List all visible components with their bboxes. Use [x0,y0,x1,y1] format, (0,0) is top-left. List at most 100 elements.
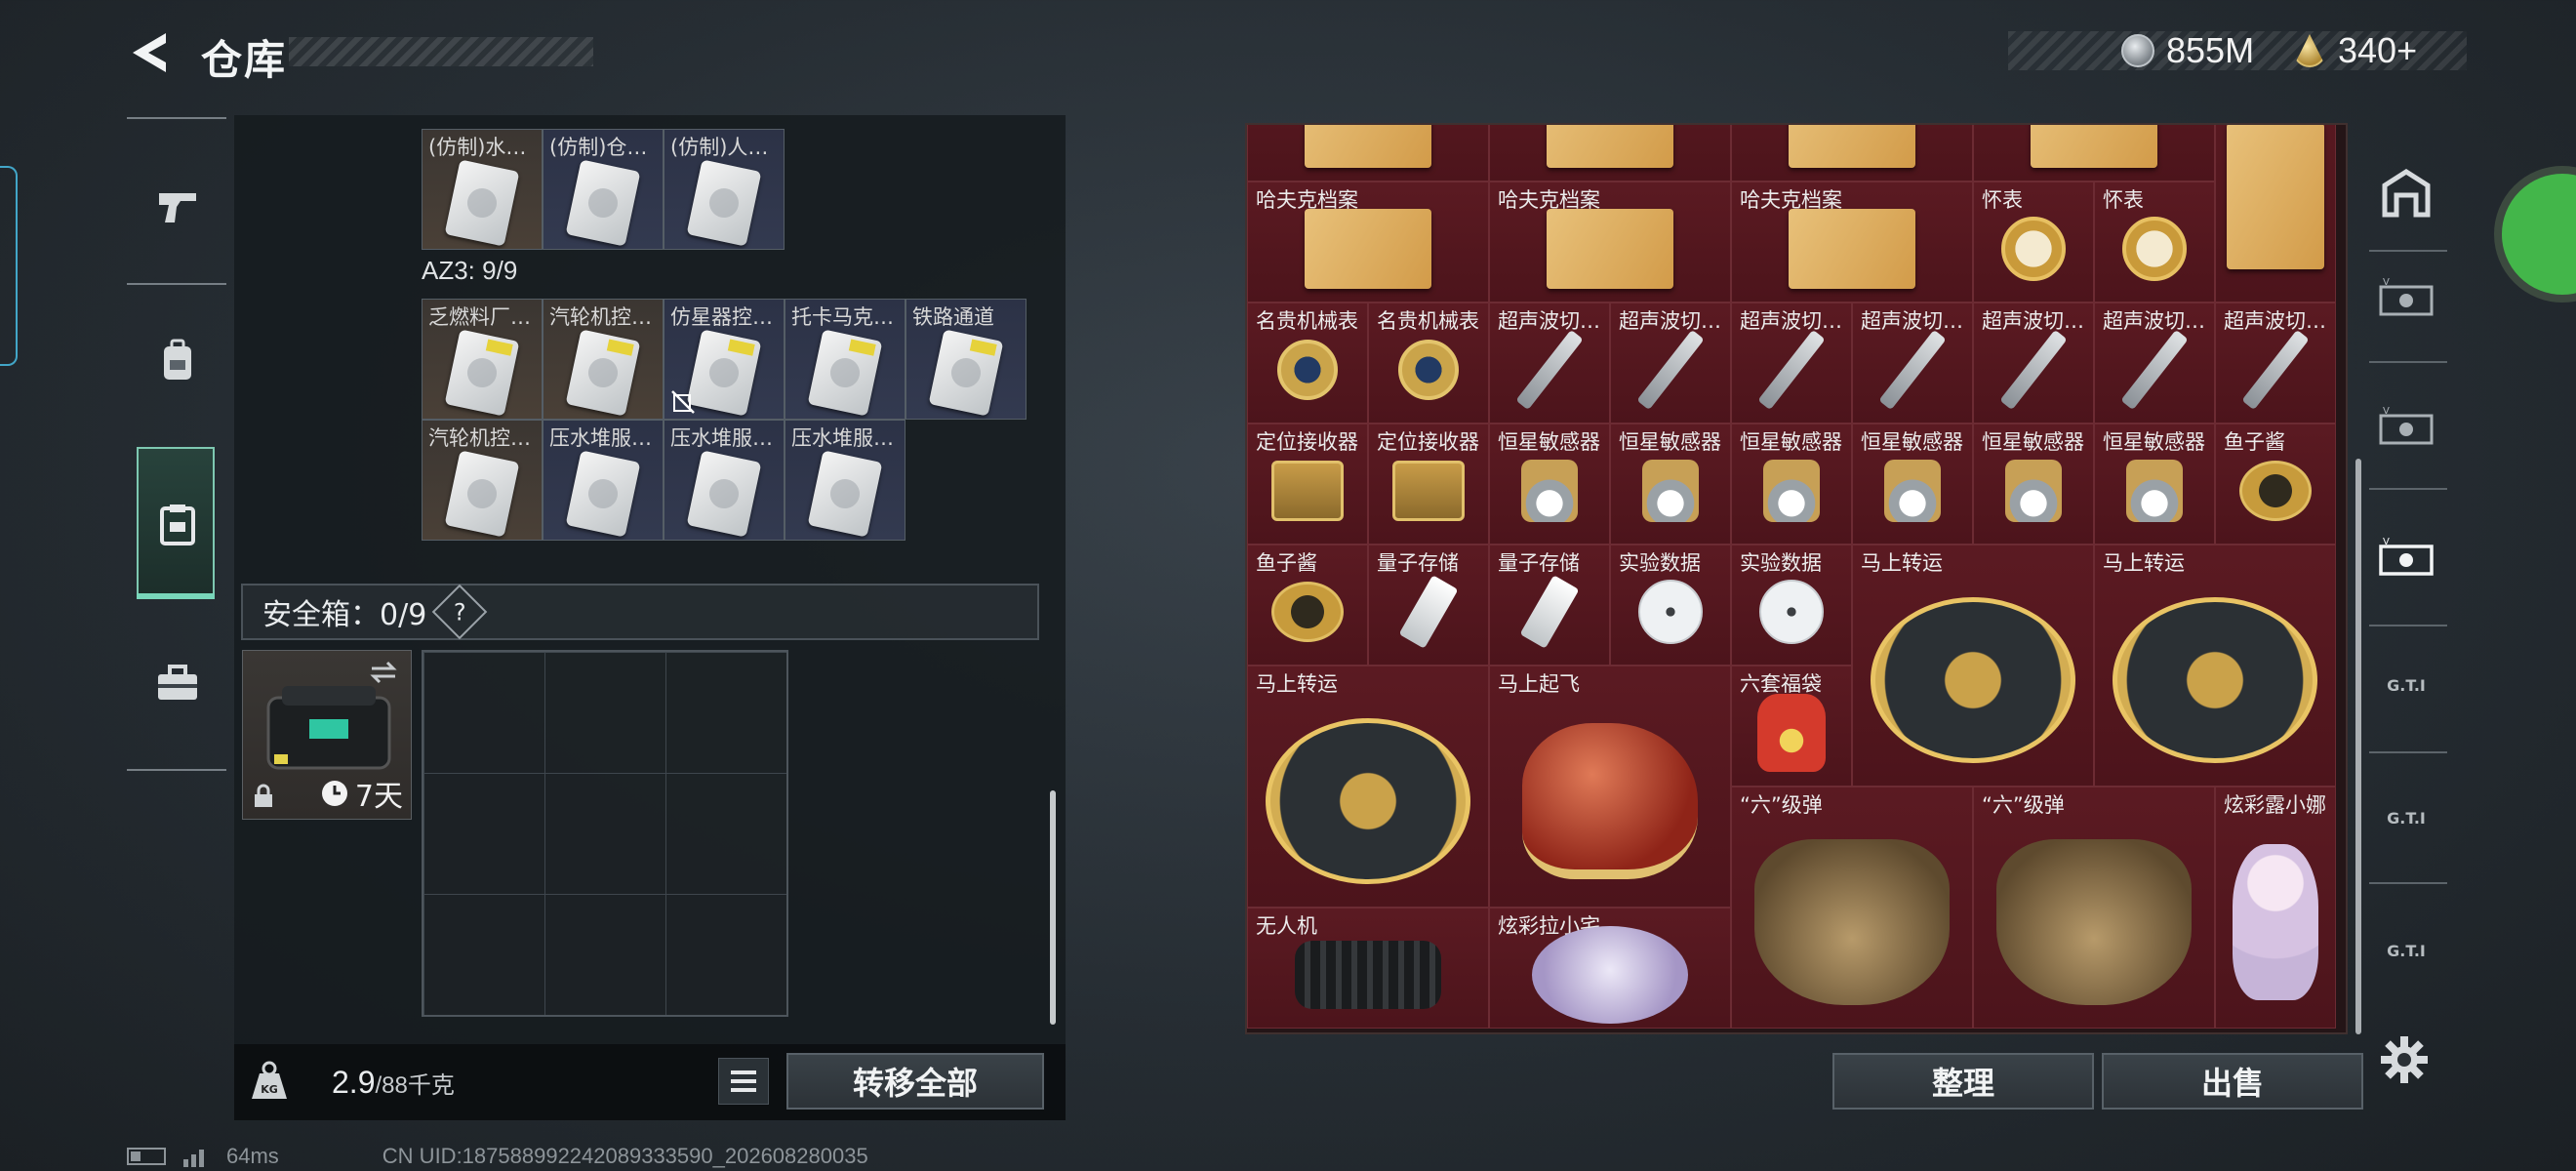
item-cell[interactable]: 哈夫克档案 [1731,182,1973,303]
item-slot[interactable]: 仿星器控… [664,299,785,420]
item-cell[interactable]: 名贵机械表 [1247,303,1368,424]
inventory-scrollbar[interactable] [2355,459,2361,1034]
star-sensor-icon [1642,460,1699,523]
storage-tab-1-icon[interactable]: V [2369,262,2443,336]
item-cell[interactable]: 炫彩拉小宅 [1489,908,1731,1029]
item-slot[interactable]: 托卡马克… [785,299,906,420]
item-cell[interactable]: 定位接收器 [1247,424,1368,545]
item-cell[interactable]: 量子存储 [1368,545,1489,666]
item-cell[interactable]: 超声波切… [1973,303,2094,424]
document-folder-icon [1547,209,1673,290]
item-cell[interactable] [1247,125,1489,182]
item-label: “六”级弹 [1740,793,1823,817]
item-cell[interactable] [1731,125,1973,182]
item-cell[interactable]: 哈夫克档案 [1247,182,1489,303]
gti-tab-2[interactable]: G.T.I [2369,781,2443,855]
ultrasonic-cutter-icon [1757,330,1826,411]
item-cell[interactable]: 鱼子酱 [1247,545,1368,666]
storage-tab-2-icon[interactable]: V [2369,390,2443,464]
item-cell[interactable]: 怀表 [2094,182,2215,303]
gti-tab-1[interactable]: G.T.I [2369,648,2443,722]
item-cell[interactable]: 超声波切… [2094,303,2215,424]
item-label: 实验数据 [1740,551,1822,575]
item-cell[interactable]: 哈夫克档案 [1489,182,1731,303]
item-cell[interactable]: 恒星敏感器 [1973,424,2094,545]
item-label: 汽轮机控… [428,426,531,450]
item-cell[interactable]: 马上转运 [2094,545,2336,787]
weight-current: 2.9 [332,1065,376,1100]
container-icon[interactable] [146,494,209,556]
item-cell[interactable]: 超声波切… [1852,303,1973,424]
tab-divider [2369,361,2447,363]
safe-box-grid[interactable] [422,650,788,1017]
backpack-icon[interactable] [146,330,209,392]
item-slot[interactable]: (仿制)水… [422,129,543,250]
item-cell[interactable]: 超声波切… [1731,303,1852,424]
swap-icon[interactable] [368,661,399,684]
wechat-icon[interactable] [2494,166,2576,303]
item-cell[interactable]: 马上转运 [1247,666,1489,908]
gti-tab-3[interactable]: G.T.I [2369,913,2443,988]
item-cell[interactable]: 名贵机械表 [1368,303,1489,424]
item-slot[interactable]: 压水堆服… [543,420,664,541]
pistol-icon[interactable] [146,176,209,238]
safe-box-timer: 7天 [320,772,403,815]
item-cell[interactable]: 量子存储 [1489,545,1610,666]
item-cell[interactable]: 恒星敏感器 [1852,424,1973,545]
help-button[interactable]: ? [431,584,488,640]
item-cell[interactable]: 恒星敏感器 [1489,424,1610,545]
item-slot[interactable]: (仿制)人… [664,129,785,250]
toolbox-icon[interactable] [146,652,209,714]
item-cell[interactable]: 超声波切… [1489,303,1610,424]
item-cell[interactable] [1489,125,1731,182]
item-cell[interactable]: 无人机 [1247,908,1489,1029]
document-folder-icon [1305,125,1431,169]
side-drawer-handle[interactable] [0,166,18,366]
item-label: 马上转运 [1256,672,1338,696]
item-cell[interactable]: 怀表 [1973,182,2094,303]
gear-icon[interactable] [2377,1032,2432,1087]
item-slot[interactable]: 汽轮机控… [422,420,543,541]
item-cell[interactable]: 恒星敏感器 [2094,424,2215,545]
item-slot[interactable]: 铁路通道 [906,299,1026,420]
item-slot[interactable]: 压水堆服… [664,420,785,541]
item-cell[interactable]: 超声波切… [2215,303,2336,424]
safe-box-item[interactable]: 7天 [242,650,412,820]
stash-scrollbar[interactable] [1050,790,1056,1025]
back-icon[interactable] [127,29,170,76]
transfer-all-button[interactable]: 转移全部 [786,1053,1044,1110]
item-cell[interactable]: 定位接收器 [1368,424,1489,545]
storage-tab-3-icon[interactable]: V [2369,521,2443,595]
ultrasonic-cutter-icon [1515,330,1584,411]
item-cell[interactable] [1973,125,2215,182]
item-cell[interactable]: 实验数据 [1731,545,1852,666]
item-label: 马上起飞 [1498,672,1580,696]
item-cell[interactable]: 恒星敏感器 [1610,424,1731,545]
item-cell[interactable]: 六套福袋 [1731,666,1852,787]
keycard-icon [565,329,641,417]
tab-divider [2369,882,2447,884]
item-cell[interactable]: 实验数据 [1610,545,1731,666]
lock-icon [255,784,272,807]
sell-button[interactable]: 出售 [2102,1053,2363,1110]
sort-button[interactable]: 整理 [1832,1053,2094,1110]
item-cell[interactable]: 超声波切… [1610,303,1731,424]
item-cell[interactable]: “六”级弹 [1973,787,2215,1029]
item-cell[interactable]: 炫彩露小娜 [2215,787,2336,1029]
item-cell[interactable]: “六”级弹 [1731,787,1973,1029]
item-cell[interactable] [2215,125,2336,303]
item-slot[interactable]: 压水堆服… [785,420,906,541]
item-slot[interactable]: 汽轮机控… [543,299,664,420]
item-slot[interactable]: 乏燃料厂… [422,299,543,420]
warehouse-tab-icon[interactable] [2369,156,2443,230]
item-cell[interactable]: 恒星敏感器 [1731,424,1852,545]
keycard-icon [444,450,520,538]
item-cell[interactable]: 鱼子酱 [2215,424,2336,545]
item-label: 托卡马克… [791,305,894,329]
item-label: 压水堆服… [791,426,894,450]
safe-box-header: 安全箱：0/9 ? [241,584,1039,640]
item-slot[interactable]: (仿制)仓… [543,129,664,250]
list-view-button[interactable] [718,1058,769,1105]
item-cell[interactable]: 马上起飞 [1489,666,1731,908]
item-cell[interactable]: 马上转运 [1852,545,2094,787]
